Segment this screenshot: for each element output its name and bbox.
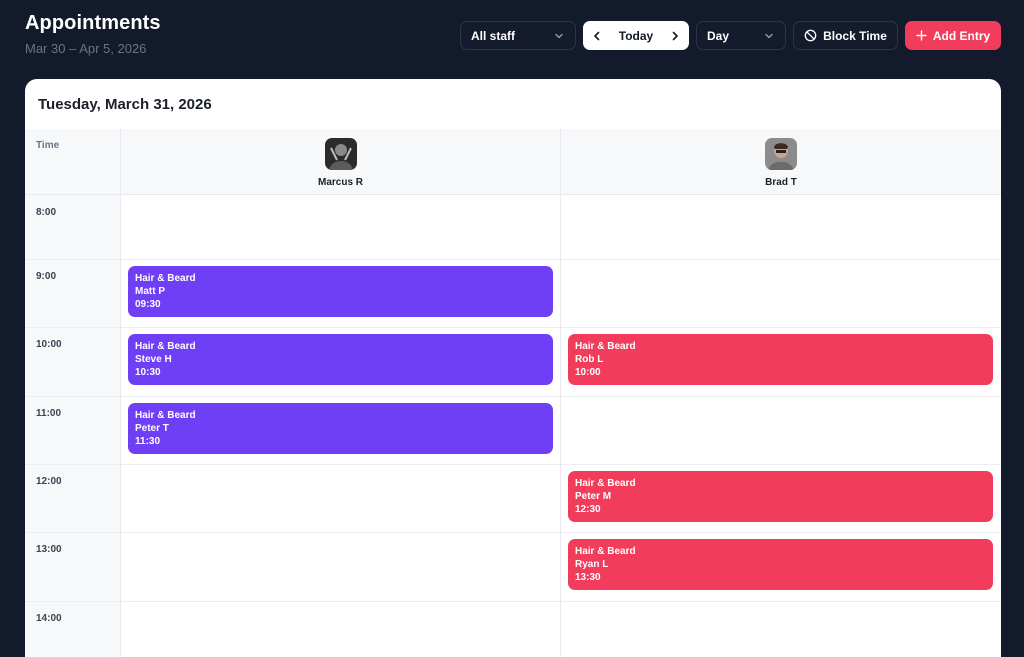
time-label: 9:00 (36, 271, 57, 282)
block-time-label: Block Time (823, 28, 887, 43)
add-entry-button[interactable]: Add Entry (905, 21, 1001, 50)
date-range: Mar 30 – Apr 5, 2026 (25, 41, 147, 56)
appointment-card[interactable]: Hair & Beard Matt P 09:30 (128, 266, 553, 317)
appointment-service: Hair & Beard (575, 341, 636, 353)
appointment-card[interactable]: Hair & Beard Peter M 12:30 (568, 470, 993, 522)
appointment-client: Rob L (575, 354, 604, 366)
appointment-service: Hair & Beard (135, 409, 196, 421)
staff-name: Brad T (765, 177, 797, 188)
day-title: Tuesday, March 31, 2026 (38, 95, 212, 113)
time-label: 14:00 (36, 612, 62, 624)
view-mode-value: Day (707, 28, 730, 43)
staff-column-marcus[interactable]: Marcus R (121, 129, 561, 657)
calendar-grid: Time Marcus R Brad T 8:00 9:00 10:00 11:00 1… (25, 129, 1001, 657)
page-title: Appointments (25, 12, 161, 34)
page-header: Appointments Mar 30 – Apr 5, 2026 (25, 12, 161, 56)
appointment-card[interactable]: Hair & Beard Peter T 11:30 (128, 402, 553, 454)
ban-icon (804, 29, 817, 42)
staff-header: Marcus R (121, 129, 560, 195)
staff-filter-select[interactable]: All staff (460, 21, 576, 50)
time-label: 11:00 (36, 407, 62, 419)
avatar (324, 138, 357, 170)
staff-header: Brad T (561, 129, 1001, 195)
calendar-card: Tuesday, March 31, 2026 Time Marcus R Br… (25, 79, 1001, 657)
hour-divider (25, 600, 1001, 602)
hour-divider (25, 463, 1001, 465)
appointment-time: 12:30 (575, 503, 601, 515)
appointment-service: Hair & Beard (575, 477, 636, 489)
staff-filter-value: All staff (471, 28, 516, 43)
chevron-left-icon[interactable] (591, 30, 603, 42)
appointment-client: Peter M (575, 490, 612, 502)
appointment-time: 10:00 (575, 367, 601, 379)
appointment-service: Hair & Beard (135, 341, 196, 353)
appointment-time: 09:30 (135, 299, 161, 310)
appointment-client: Steve H (135, 354, 172, 366)
time-label: 12:00 (36, 475, 62, 487)
chevron-right-icon[interactable] (669, 30, 681, 42)
block-time-button[interactable]: Block Time (793, 21, 898, 50)
chevron-down-icon (555, 33, 563, 38)
hour-divider (25, 327, 1001, 329)
appointment-time: 11:30 (135, 435, 161, 447)
appointment-card[interactable]: Hair & Beard Ryan L 13:30 (568, 539, 993, 591)
today-button[interactable]: Today (619, 29, 653, 43)
time-header: Time (25, 129, 120, 195)
appointment-service: Hair & Beard (575, 546, 636, 558)
toolbar: All staff Today Day Block Time Add Entry (460, 21, 1001, 50)
avatar (765, 138, 797, 170)
chevron-down-icon (765, 33, 773, 38)
time-label: 8:00 (36, 207, 57, 218)
time-label: 10:00 (36, 339, 62, 351)
plus-icon (916, 30, 927, 41)
time-label: 13:00 (36, 544, 62, 556)
add-entry-label: Add Entry (932, 28, 991, 43)
appointment-client: Ryan L (575, 559, 609, 571)
hour-divider (25, 259, 1001, 260)
appointment-client: Matt P (135, 286, 165, 297)
appointment-service: Hair & Beard (135, 273, 196, 284)
appointment-card[interactable]: Hair & Beard Rob L 10:00 (568, 334, 993, 386)
view-mode-select[interactable]: Day (696, 21, 786, 50)
appointment-time: 10:30 (135, 367, 161, 379)
appointment-time: 13:30 (575, 572, 601, 584)
hour-divider (25, 395, 1001, 397)
appointment-card[interactable]: Hair & Beard Steve H 10:30 (128, 334, 553, 386)
hour-divider (25, 532, 1001, 534)
date-navigator: Today (583, 21, 689, 50)
staff-name: Marcus R (317, 177, 363, 188)
appointment-client: Peter T (135, 422, 169, 434)
